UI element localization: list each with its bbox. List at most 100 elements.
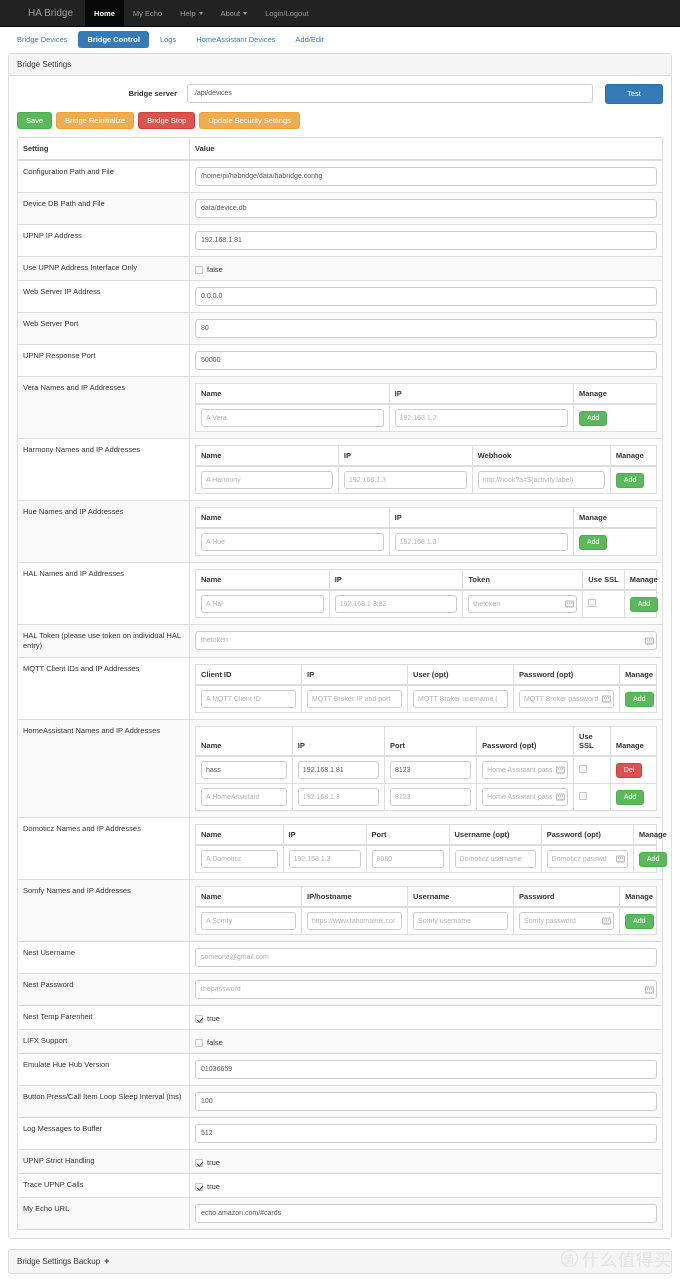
vera-name-input[interactable]: [201, 409, 384, 427]
ha-ip-input[interactable]: [297, 788, 379, 807]
table-row: Nest Username: [17, 941, 663, 975]
ha-use-ssl-checkbox[interactable]: [578, 792, 587, 801]
save-button[interactable]: Save: [17, 111, 53, 129]
device-db-input[interactable]: [195, 199, 657, 218]
hue-name-cell: [195, 527, 390, 556]
bridge-stop-button[interactable]: Bridge Stop: [138, 111, 196, 129]
button-sleep-interval-input[interactable]: [195, 1092, 657, 1112]
mqtt-password-input[interactable]: [519, 690, 615, 709]
nav-item-my-echo[interactable]: My Echo: [124, 0, 171, 26]
ha-name-input[interactable]: [201, 761, 287, 780]
tab-add-edit[interactable]: Add/Edit: [286, 31, 332, 48]
upnp-strict-handling-checkbox[interactable]: [195, 1158, 203, 1167]
ha-name-cell: [195, 783, 293, 812]
hal-name-input[interactable]: [201, 595, 324, 613]
checkbox-value-label: true: [207, 1014, 220, 1024]
domoticz-username-input[interactable]: [454, 850, 536, 869]
upnp-response-port-input[interactable]: [195, 351, 657, 370]
ha-port-input[interactable]: [389, 761, 472, 780]
vera-ip-input[interactable]: [394, 409, 568, 427]
harmony-ip-input[interactable]: [343, 471, 467, 489]
header-setting: Setting: [17, 137, 190, 161]
vera-header-ip: IP: [388, 383, 575, 405]
ha-password-cell: [476, 755, 574, 785]
domoticz-port-input[interactable]: [371, 850, 444, 869]
hue-add-button[interactable]: Add: [579, 534, 608, 550]
domoticz-ip-cell: [282, 844, 367, 874]
setting-label: Web Server IP Address: [17, 280, 190, 313]
hal-use-ssl-checkbox[interactable]: [588, 599, 597, 607]
somfy-hostname-cell: [301, 906, 409, 936]
somfy-add-button[interactable]: Add: [625, 913, 654, 929]
hal-add-button[interactable]: Add: [629, 596, 659, 612]
bridge-server-input[interactable]: [187, 84, 593, 104]
ha-del-button[interactable]: Del: [615, 762, 643, 778]
ha-password-input[interactable]: [482, 761, 568, 780]
domoticz-password-input[interactable]: [546, 850, 628, 869]
ha-use-ssl-checkbox[interactable]: [578, 765, 587, 774]
upnp-interface-only-checkbox[interactable]: [195, 265, 203, 274]
ha-name-input[interactable]: [201, 788, 287, 807]
hue-ip-cell: [388, 527, 575, 556]
mqtt-user-input[interactable]: [413, 690, 509, 709]
nav-item-help[interactable]: Help: [171, 0, 211, 26]
nest-password-input[interactable]: [195, 980, 657, 1000]
vera-add-button[interactable]: Add: [579, 410, 608, 426]
ha-manage-cell: Add: [609, 783, 658, 812]
tab-bridge-control[interactable]: Bridge Control: [78, 31, 149, 48]
mqtt-header-user: User (opt): [407, 664, 515, 687]
hal-token-global-input[interactable]: [195, 631, 657, 650]
tab-bridge-devices[interactable]: Bridge Devices: [8, 31, 76, 48]
test-button[interactable]: Test: [605, 84, 663, 104]
bridge-reinitialize-button[interactable]: Bridge Reinitialize: [56, 111, 135, 129]
nav-item-about[interactable]: About: [212, 0, 257, 26]
config-path-input[interactable]: [195, 167, 657, 186]
hue-header-manage: Manage: [573, 507, 657, 529]
ha-add-button[interactable]: Add: [615, 789, 645, 805]
my-echo-url-input[interactable]: [195, 1204, 657, 1224]
harmony-webhook-input[interactable]: [477, 471, 605, 489]
mqtt-header-password: Password (opt): [513, 664, 621, 687]
web-server-ip-input[interactable]: [195, 287, 657, 306]
hal-ip-input[interactable]: [334, 595, 458, 613]
upnp-ip-input[interactable]: [195, 231, 657, 250]
brand-logo[interactable]: HA Bridge: [0, 0, 85, 26]
domoticz-ip-input[interactable]: [288, 850, 361, 869]
tab-logs[interactable]: Logs: [151, 31, 185, 48]
log-buffer-input[interactable]: [195, 1124, 657, 1144]
mqtt-ip-input[interactable]: [307, 690, 403, 709]
ha-header-use-ssl: Use SSL: [572, 726, 611, 758]
nav-item-login-logout[interactable]: Login/Logout: [256, 0, 317, 26]
somfy-username-input[interactable]: [413, 912, 509, 931]
harmony-add-button[interactable]: Add: [615, 472, 645, 488]
somfy-hostname-input[interactable]: [307, 912, 403, 931]
hal-token-input[interactable]: [468, 595, 578, 613]
domoticz-add-button[interactable]: Add: [638, 851, 668, 867]
nest-farenheit-checkbox[interactable]: [195, 1014, 203, 1023]
ha-port-cell: [383, 755, 478, 785]
ha-port-input[interactable]: [389, 788, 472, 807]
mqtt-add-button[interactable]: Add: [625, 691, 654, 707]
lifx-support-checkbox[interactable]: [195, 1038, 203, 1047]
domoticz-name-input[interactable]: [201, 850, 278, 869]
ha-header-ip: IP: [291, 726, 385, 758]
hue-name-input[interactable]: [201, 533, 384, 551]
ha-header-password: Password (opt): [476, 726, 574, 758]
hue-ip-input[interactable]: [394, 533, 568, 551]
plus-icon[interactable]: +: [104, 1257, 109, 1266]
ha-ip-input[interactable]: [297, 761, 379, 780]
somfy-password-input[interactable]: [519, 912, 615, 931]
somfy-name-input[interactable]: [201, 912, 297, 931]
nav-item-home[interactable]: Home: [85, 0, 124, 26]
ha-password-input[interactable]: [482, 788, 568, 807]
update-security-settings-button[interactable]: Update Security Settings: [199, 111, 300, 129]
trace-upnp-calls-checkbox[interactable]: [195, 1182, 203, 1191]
tab-homeassistant-devices[interactable]: HomeAssistant Devices: [187, 31, 284, 48]
table-row: UPNP Response Port: [17, 344, 663, 377]
hue-hub-version-input[interactable]: [195, 1060, 657, 1080]
nest-username-input[interactable]: [195, 948, 657, 968]
homeassistant-entry-row: Add: [195, 783, 658, 812]
mqtt-client-id-input[interactable]: [201, 690, 297, 709]
harmony-name-input[interactable]: [201, 471, 333, 489]
web-server-port-input[interactable]: [195, 319, 657, 338]
